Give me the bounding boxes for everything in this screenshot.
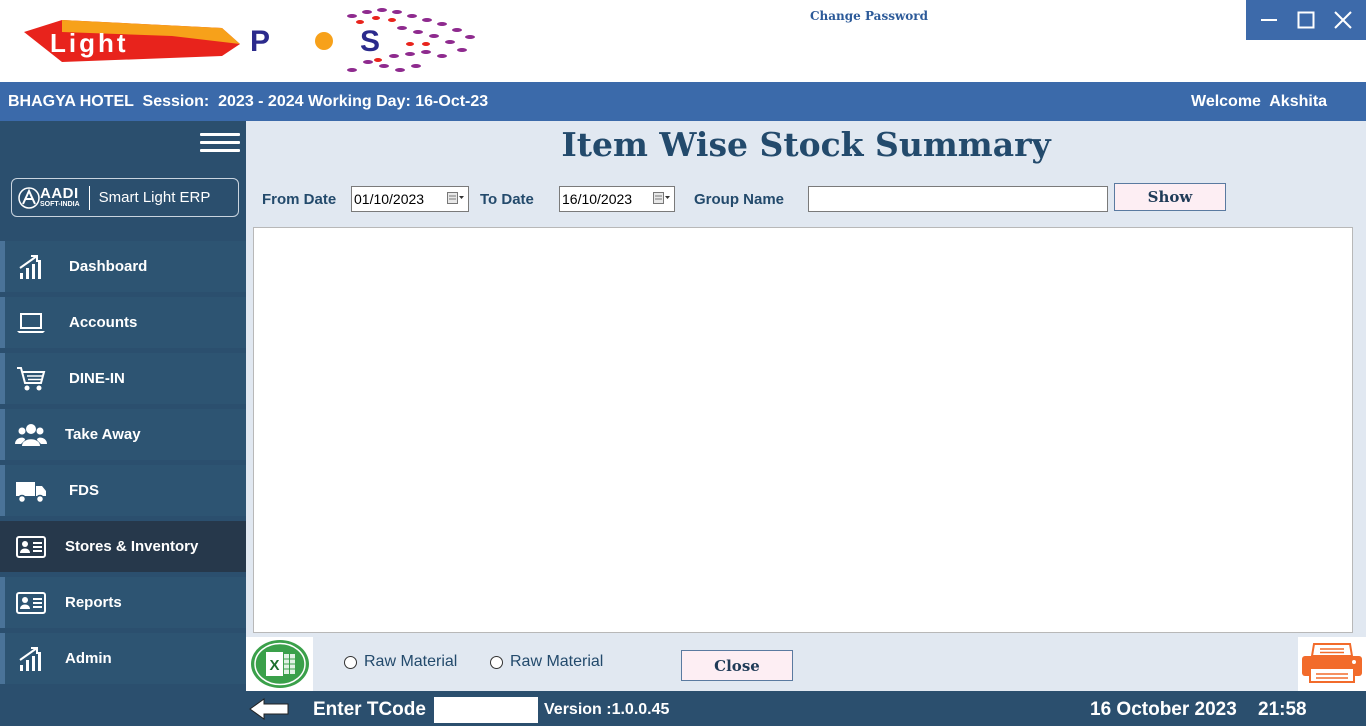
sidebar-item-dashboard[interactable]: Dashboard <box>0 241 246 292</box>
raw-material-radio-2[interactable]: Raw Material <box>490 653 603 671</box>
sidebar-item-label: Reports <box>65 594 122 611</box>
aadi-logo: AADI SOFT-INDIA <box>18 184 80 209</box>
session-info: BHAGYA HOTEL Session: 2023 - 2024 Workin… <box>8 93 489 110</box>
main-content: Item Wise Stock Summary From Date 01/10/… <box>246 121 1366 691</box>
calendar-dropdown-icon[interactable] <box>447 192 465 204</box>
print-button[interactable] <box>1298 637 1366 691</box>
version-label: Version :1.0.0.45 <box>544 701 670 718</box>
sidebar-item-take-away[interactable]: Take Away <box>0 409 246 460</box>
aadi-mark-icon <box>18 186 40 209</box>
welcome-user: Welcome Akshita <box>1191 93 1328 110</box>
group-name-input[interactable] <box>808 186 1108 212</box>
top-banner: Light P S Change Password <box>0 0 1366 82</box>
maximize-button[interactable] <box>1291 5 1321 35</box>
printer-icon <box>1302 643 1362 683</box>
users-icon <box>15 419 47 451</box>
from-date-value: 01/10/2023 <box>354 191 425 207</box>
sidebar-item-label: FDS <box>69 482 99 499</box>
close-window-button[interactable] <box>1328 5 1358 35</box>
minimize-button[interactable] <box>1254 5 1284 35</box>
sidebar: AADI SOFT-INDIA Smart Light ERP Dashboar… <box>0 121 246 691</box>
from-date-label: From Date <box>262 191 337 208</box>
minimize-icon <box>1260 19 1277 21</box>
status-bar: Enter TCode Version :1.0.0.45 16 October… <box>0 691 1366 726</box>
sidebar-item-label: Take Away <box>65 426 141 443</box>
cart-icon <box>15 363 47 395</box>
excel-icon: X <box>250 640 309 688</box>
sidebar-item-reports[interactable]: Reports <box>0 577 246 628</box>
group-name-label: Group Name <box>694 191 785 208</box>
show-button[interactable]: Show <box>1114 183 1226 211</box>
back-arrow-icon[interactable] <box>248 697 290 721</box>
calendar-dropdown-icon[interactable] <box>653 192 671 204</box>
sidebar-item-fds[interactable]: FDS <box>0 465 246 516</box>
to-date-label: To Date <box>480 191 534 208</box>
brand-divider <box>88 185 90 210</box>
brand-name: Smart Light ERP <box>98 189 211 206</box>
sidebar-item-label: Stores & Inventory <box>65 538 199 555</box>
svg-text:P: P <box>250 25 270 58</box>
raw-material-radio-1[interactable]: Raw Material <box>344 653 457 671</box>
sidebar-menu: Dashboard Accounts DINE-IN Take Away FDS <box>0 241 246 689</box>
sidebar-item-admin[interactable]: Admin <box>0 633 246 684</box>
brand-sub-text: SOFT-INDIA <box>40 200 80 208</box>
export-excel-button[interactable]: X <box>246 637 313 691</box>
tcode-label: Enter TCode <box>313 699 426 720</box>
to-date-value: 16/10/2023 <box>562 191 633 207</box>
truck-icon <box>15 475 47 507</box>
sidebar-item-label: DINE-IN <box>69 370 125 387</box>
sidebar-item-label: Accounts <box>69 314 138 331</box>
bar-chart-icon <box>15 643 47 675</box>
brand-mark-text: AADI <box>40 184 79 202</box>
change-password-link[interactable]: Change Password <box>810 9 928 23</box>
radio-circle[interactable] <box>344 655 357 669</box>
light-pos-logo: Light P S <box>24 8 475 72</box>
svg-text:X: X <box>269 657 279 674</box>
close-icon <box>1334 11 1353 29</box>
sidebar-item-label: Dashboard <box>69 258 148 275</box>
page-title: Item Wise Stock Summary <box>561 125 1051 164</box>
radio-label: Raw Material <box>510 653 604 670</box>
session-bar: BHAGYA HOTEL Session: 2023 - 2024 Workin… <box>0 82 1366 121</box>
brand-logo: AADI SOFT-INDIA Smart Light ERP <box>11 178 239 217</box>
stock-summary-grid[interactable] <box>253 227 1353 633</box>
id-card-icon <box>15 587 47 619</box>
sidebar-item-accounts[interactable]: Accounts <box>0 297 246 348</box>
current-date: 16 October 2023 <box>1090 699 1237 720</box>
sidebar-item-label: Admin <box>65 650 112 667</box>
maximize-icon <box>1297 11 1315 29</box>
window-controls <box>1246 0 1366 40</box>
sidebar-item-dine-in[interactable]: DINE-IN <box>0 353 246 404</box>
laptop-icon <box>15 307 47 339</box>
radio-circle[interactable] <box>490 655 503 669</box>
close-button[interactable]: Close <box>681 650 793 681</box>
sidebar-item-stores-inventory[interactable]: Stores & Inventory <box>0 521 246 572</box>
id-card-icon <box>15 531 47 563</box>
bar-chart-icon <box>15 251 47 283</box>
radio-label: Raw Material <box>364 653 458 670</box>
from-date-picker[interactable]: 01/10/2023 <box>351 186 469 212</box>
svg-text:S: S <box>360 25 380 58</box>
svg-text:Light: Light <box>50 28 129 58</box>
current-time: 21:58 <box>1258 699 1307 720</box>
hamburger-menu-icon[interactable] <box>200 133 240 155</box>
to-date-picker[interactable]: 16/10/2023 <box>559 186 675 212</box>
tcode-input[interactable] <box>434 697 538 723</box>
